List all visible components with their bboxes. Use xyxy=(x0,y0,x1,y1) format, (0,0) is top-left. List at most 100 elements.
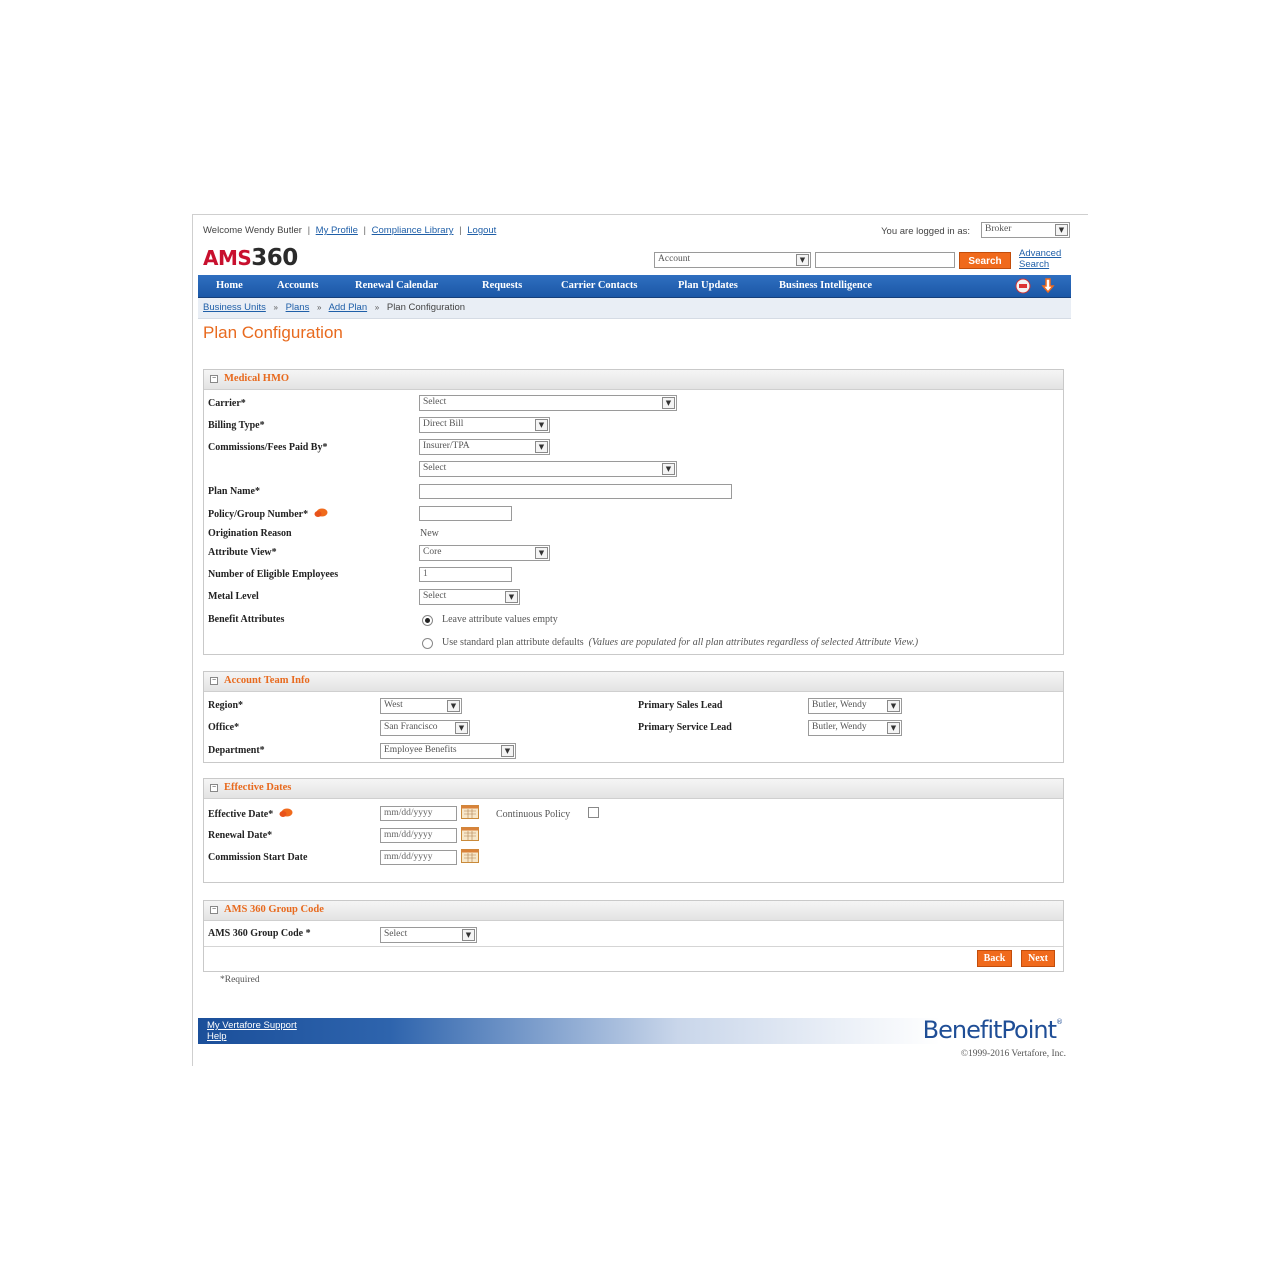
primary-service-lead-select[interactable]: Butler, Wendy ▼ xyxy=(808,720,902,736)
commissions-label: Commissions/Fees Paid By* xyxy=(208,442,328,453)
compliance-library-link[interactable]: Compliance Library xyxy=(372,225,454,236)
search-type-select[interactable]: Account ▼ xyxy=(654,252,811,268)
chevron-down-icon: ▼ xyxy=(887,722,900,734)
department-label: Department* xyxy=(208,745,265,756)
effective-date-label: Effective Date* xyxy=(208,808,293,820)
back-button[interactable]: Back xyxy=(977,950,1012,967)
section-header[interactable]: − AMS 360 Group Code xyxy=(204,901,1063,921)
footer-links: My Vertafore Support Help xyxy=(207,1020,297,1042)
radio-leave-empty[interactable] xyxy=(422,615,433,626)
primary-sales-lead-select[interactable]: Butler, Wendy ▼ xyxy=(808,698,902,714)
nav-home[interactable]: Home xyxy=(216,280,243,291)
collapse-icon[interactable]: − xyxy=(210,677,218,685)
main-nav: Home Accounts Renewal Calendar Requests … xyxy=(198,275,1071,298)
nav-business-intelligence[interactable]: Business Intelligence xyxy=(779,280,872,291)
radio-use-defaults[interactable] xyxy=(422,638,433,649)
office-label: Office* xyxy=(208,722,240,733)
ams360-logo: AMS360 xyxy=(203,245,298,271)
commissions-select[interactable]: Insurer/TPA ▼ xyxy=(419,439,550,455)
policy-number-label: Policy/Group Number* xyxy=(208,508,328,520)
region-select[interactable]: West ▼ xyxy=(380,698,462,714)
calendar-icon[interactable] xyxy=(461,849,479,863)
welcome-text: Welcome Wendy Butler xyxy=(203,225,302,236)
billing-type-label: Billing Type* xyxy=(208,420,265,431)
radio-use-defaults-label: Use standard plan attribute defaults (Va… xyxy=(442,637,919,648)
my-vertafore-support-link[interactable]: My Vertafore Support xyxy=(207,1020,297,1031)
chevron-down-icon: ▼ xyxy=(796,254,809,266)
commissions-sub-select[interactable]: Select ▼ xyxy=(419,461,677,477)
search-input[interactable] xyxy=(815,252,955,268)
primary-sales-lead-label: Primary Sales Lead xyxy=(638,700,723,711)
metal-level-label: Metal Level xyxy=(208,591,259,602)
origination-label: Origination Reason xyxy=(208,528,292,539)
help-link[interactable]: Help xyxy=(207,1031,297,1042)
breadcrumb-business-units[interactable]: Business Units xyxy=(203,302,266,313)
billing-type-select[interactable]: Direct Bill ▼ xyxy=(419,417,550,433)
pdf-icon[interactable] xyxy=(1015,278,1031,294)
carrier-select[interactable]: Select ▼ xyxy=(419,395,677,411)
chat-bubble-icon[interactable] xyxy=(279,808,293,818)
nav-plan-updates[interactable]: Plan Updates xyxy=(678,280,738,291)
page-title: Plan Configuration xyxy=(203,323,343,342)
collapse-icon[interactable]: − xyxy=(210,375,218,383)
breadcrumb-current: Plan Configuration xyxy=(386,302,466,313)
radio-leave-empty-label: Leave attribute values empty xyxy=(442,614,558,625)
calendar-icon[interactable] xyxy=(461,805,479,819)
chevron-down-icon: ▼ xyxy=(505,591,518,603)
benefit-attributes-label: Benefit Attributes xyxy=(208,614,285,625)
origination-value: New xyxy=(420,528,439,539)
nav-renewal-calendar[interactable]: Renewal Calendar xyxy=(355,280,438,291)
region-label: Region* xyxy=(208,700,243,711)
collapse-icon[interactable]: − xyxy=(210,906,218,914)
nav-requests[interactable]: Requests xyxy=(482,280,522,291)
section-header[interactable]: − Medical HMO xyxy=(204,370,1063,390)
chat-bubble-icon[interactable] xyxy=(314,508,328,518)
search-button[interactable]: Search xyxy=(959,252,1011,269)
advanced-search-link[interactable]: Advanced Search xyxy=(1019,248,1071,270)
renewal-date-input[interactable]: mm/dd/yyyy xyxy=(380,828,457,843)
group-code-section: − AMS 360 Group Code AMS 360 Group Code *… xyxy=(203,900,1064,972)
download-arrow-icon[interactable] xyxy=(1040,278,1056,294)
group-code-select[interactable]: Select ▼ xyxy=(380,927,477,943)
chevron-down-icon: ▼ xyxy=(447,700,460,712)
collapse-icon[interactable]: − xyxy=(210,784,218,792)
group-code-label: AMS 360 Group Code * xyxy=(208,928,311,939)
breadcrumb-add-plan[interactable]: Add Plan xyxy=(329,302,368,313)
logout-link[interactable]: Logout xyxy=(467,225,496,236)
eligible-employees-input[interactable]: 1 xyxy=(419,567,512,582)
commission-start-input[interactable]: mm/dd/yyyy xyxy=(380,850,457,865)
attribute-view-select[interactable]: Core ▼ xyxy=(419,545,550,561)
required-note: *Required xyxy=(220,975,260,985)
footer-bar: My Vertafore Support Help BenefitPoint® xyxy=(198,1016,1071,1044)
effective-date-input[interactable]: mm/dd/yyyy xyxy=(380,806,457,821)
chevron-down-icon: ▼ xyxy=(535,441,548,453)
policy-number-input[interactable] xyxy=(419,506,512,521)
chevron-down-icon: ▼ xyxy=(462,929,475,941)
divider xyxy=(204,946,1063,947)
chevron-down-icon: ▼ xyxy=(501,745,514,757)
nav-accounts[interactable]: Accounts xyxy=(277,280,318,291)
next-button[interactable]: Next xyxy=(1021,950,1055,967)
chevron-down-icon: ▼ xyxy=(887,700,900,712)
chevron-down-icon: ▼ xyxy=(1055,224,1068,236)
department-select[interactable]: Employee Benefits ▼ xyxy=(380,743,516,759)
carrier-label: Carrier* xyxy=(208,398,246,409)
welcome-bar: Welcome Wendy Butler | My Profile | Comp… xyxy=(203,225,497,236)
account-team-section: − Account Team Info Region* West ▼ Office*… xyxy=(203,671,1064,763)
breadcrumb-plans[interactable]: Plans xyxy=(286,302,310,313)
breadcrumb: Business Units » Plans » Add Plan » Plan… xyxy=(198,298,1071,319)
renewal-date-label: Renewal Date* xyxy=(208,830,273,841)
section-header[interactable]: − Effective Dates xyxy=(204,779,1063,799)
continuous-policy-checkbox[interactable] xyxy=(588,807,599,818)
calendar-icon[interactable] xyxy=(461,827,479,841)
role-select[interactable]: Broker ▼ xyxy=(981,222,1070,238)
chevron-down-icon: ▼ xyxy=(662,463,675,475)
logged-in-label: You are logged in as: xyxy=(881,226,970,237)
section-header[interactable]: − Account Team Info xyxy=(204,672,1063,692)
metal-level-select[interactable]: Select ▼ xyxy=(419,589,520,605)
office-select[interactable]: San Francisco ▼ xyxy=(380,720,470,736)
my-profile-link[interactable]: My Profile xyxy=(316,225,358,236)
plan-name-input[interactable] xyxy=(419,484,732,499)
chevron-down-icon: ▼ xyxy=(535,419,548,431)
nav-carrier-contacts[interactable]: Carrier Contacts xyxy=(561,280,638,291)
